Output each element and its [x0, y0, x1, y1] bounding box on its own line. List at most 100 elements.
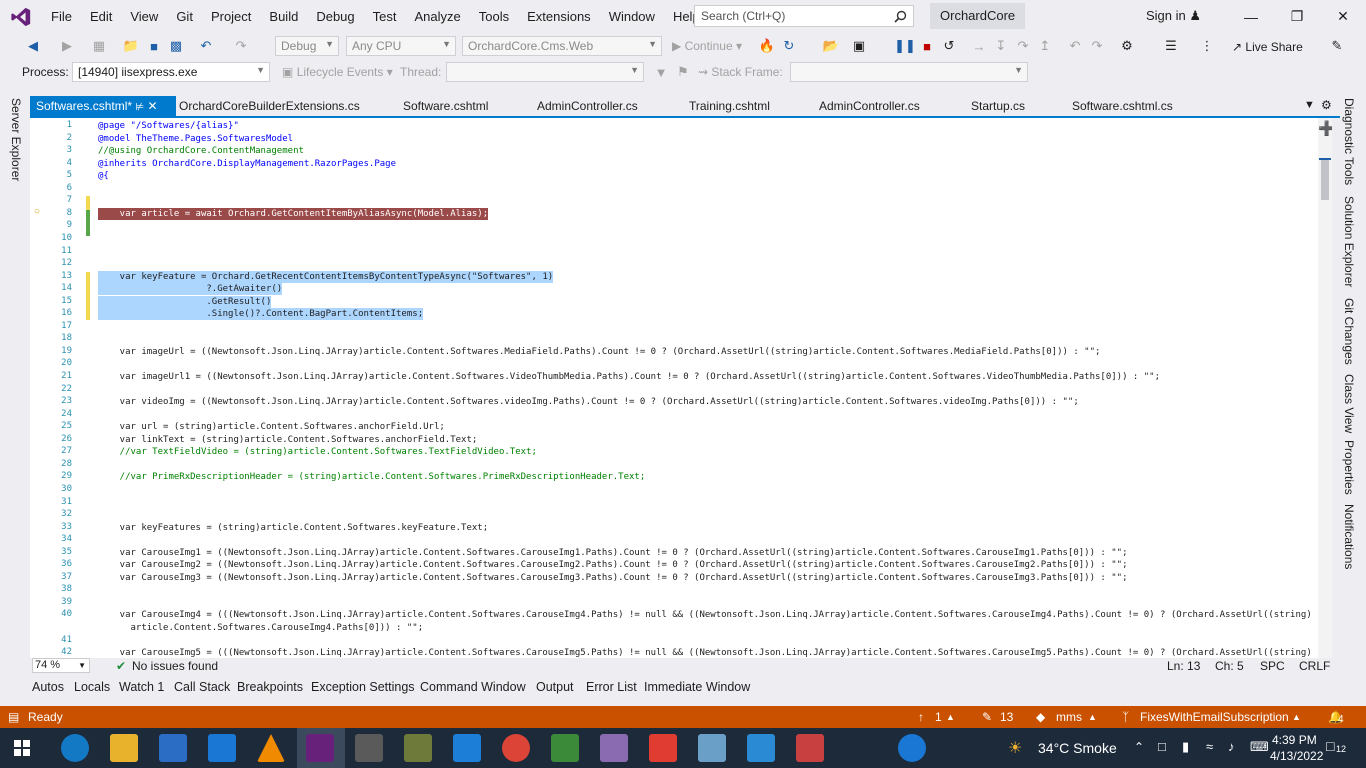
code-editor[interactable]: 1 @page "/Softwares/{alias}" 2 @model TheTh… [30, 118, 1332, 658]
tray-chevron-icon[interactable]: ⌃ [1134, 740, 1144, 754]
step-out-icon[interactable]: ↥ [1034, 35, 1056, 57]
code-line[interactable]: ?.GetAwaiter() [98, 283, 283, 296]
flag-icon[interactable]: ⚑ [672, 61, 694, 83]
redo-nav-icon[interactable]: ↷ [1086, 35, 1108, 57]
tab-startup-cs[interactable]: Startup.cs [965, 96, 1031, 116]
tool-tab-error-list[interactable]: Error List [586, 680, 637, 694]
vlc-icon[interactable] [257, 734, 285, 762]
tool-tab-autos[interactable]: Autos [32, 680, 64, 694]
code-line[interactable]: var article = await Orchard.GetContentIt… [98, 207, 489, 220]
menu-window[interactable]: Window [600, 0, 664, 33]
restart-icon[interactable]: ↻ [778, 35, 800, 57]
code-line[interactable]: //@using OrchardCore.ContentManagement [98, 145, 304, 157]
tab-software-cshtml-cs[interactable]: Software.cshtml.cs [1066, 96, 1179, 116]
edge-icon[interactable] [61, 734, 89, 762]
solution-explorer-tab[interactable]: Solution Explorer [1342, 196, 1356, 287]
line-ending-indicator[interactable]: CRLF [1299, 659, 1330, 673]
continue-button[interactable]: ▶ Continue ▾ [672, 39, 742, 53]
tool-tab-call-stack[interactable]: Call Stack [174, 680, 230, 694]
tab-softwares-cshtml[interactable]: Softwares.cshtml* ⊭ ✕ [30, 96, 176, 116]
line-indicator[interactable]: Ln: 13 [1167, 659, 1200, 673]
git-app-icon[interactable] [649, 734, 677, 762]
repository-name[interactable]: mms [1056, 710, 1082, 724]
pin-icon[interactable]: ⊭ [135, 102, 144, 113]
help-icon[interactable] [898, 734, 926, 762]
restart-debug-icon[interactable]: ↺ [938, 35, 960, 57]
step-into-icon[interactable]: ↧ [990, 35, 1012, 57]
code-line[interactable]: .Single()?.Content.BagPart.ContentItems; [98, 308, 424, 321]
code-line[interactable]: article.Content.Softwares.CarouseImg4.Pa… [98, 622, 424, 634]
diagnostic-tools-tab[interactable]: Diagnostic Tools [1342, 98, 1356, 185]
split-editor-icon[interactable]: ➕ [1318, 120, 1332, 137]
vs-code-icon[interactable] [453, 734, 481, 762]
push-count[interactable]: 1 [935, 710, 942, 724]
chart-app-icon[interactable] [551, 734, 579, 762]
pencil-icon[interactable]: ✎ [982, 710, 992, 724]
back-icon[interactable]: ◀ [22, 35, 44, 57]
branch-name[interactable]: FixesWithEmailSubscription [1140, 710, 1289, 724]
code-map-icon[interactable]: ⚙ [1116, 35, 1138, 57]
breakpoint-indicator-icon[interactable]: ○ [34, 206, 40, 217]
thread-combo[interactable]: ▼ [446, 62, 644, 82]
code-line[interactable]: var CarouseImg4 = (((Newtonsoft.Json.Lin… [98, 609, 1312, 621]
menu-edit[interactable]: Edit [81, 0, 121, 33]
battery-icon[interactable]: ▮ [1182, 739, 1189, 755]
notes-app-icon[interactable] [698, 734, 726, 762]
tab-orchardcorebuilderextensions[interactable]: OrchardCoreBuilderExtensions.cs [173, 96, 366, 116]
vertical-scrollbar[interactable] [1318, 118, 1332, 658]
screenshot-icon[interactable]: ▣ [848, 35, 870, 57]
code-line[interactable]: @inherits OrchardCore.DisplayManagement.… [98, 158, 396, 170]
code-line[interactable]: var imageUrl1 = ((Newtonsoft.Json.Linq.J… [98, 371, 1160, 383]
push-icon[interactable]: ↑ [918, 710, 924, 724]
store-icon[interactable] [159, 734, 187, 762]
code-line[interactable]: var url = (string)article.Content.Softwa… [98, 421, 445, 433]
weather-icon[interactable]: ☀ [1008, 738, 1022, 758]
notifications-tab[interactable]: Notifications [1342, 504, 1356, 569]
column-indicator[interactable]: Ch: 5 [1215, 659, 1244, 673]
whitespace-indicator[interactable]: SPC [1260, 659, 1285, 673]
code-line[interactable]: .GetResult() [98, 295, 272, 308]
show-next-statement-icon[interactable]: → [968, 35, 990, 57]
tool-tab-output[interactable]: Output [536, 680, 574, 694]
tab-training-cshtml[interactable]: Training.cshtml [683, 96, 776, 116]
volume-icon[interactable]: ♪ [1228, 739, 1235, 754]
visual-studio-taskbar-icon[interactable] [306, 734, 334, 762]
presentation-app-icon[interactable] [747, 734, 775, 762]
menu-build[interactable]: Build [260, 0, 307, 33]
tab-admincontroller-1[interactable]: AdminController.cs [531, 96, 644, 116]
meet-now-icon[interactable]: □ [1158, 739, 1166, 754]
tool-tab-locals[interactable]: Locals [74, 680, 110, 694]
live-share-button[interactable]: ↗ Live Share [1232, 40, 1303, 54]
menu-file[interactable]: File [42, 0, 81, 33]
code-line[interactable]: //var PrimeRxDescriptionHeader = (string… [98, 471, 646, 483]
menu-test[interactable]: Test [364, 0, 406, 33]
pause-icon[interactable]: ❚❚ [894, 35, 916, 57]
calculator-icon[interactable] [355, 734, 383, 762]
tool-tab-exception-settings[interactable]: Exception Settings [311, 680, 415, 694]
process-combo[interactable]: [14940] iisexpress.exe ▼ [72, 62, 270, 82]
scroll-thumb[interactable] [1321, 158, 1329, 200]
stop-icon[interactable]: ■ [916, 35, 938, 57]
search-input[interactable]: Search (Ctrl+Q) [694, 5, 914, 27]
code-line[interactable]: var CarouseImg1 = ((Newtonsoft.Json.Linq… [98, 547, 1128, 559]
clock-time[interactable]: 4:39 PM [1272, 733, 1317, 747]
close-button[interactable]: ✕ [1320, 0, 1366, 33]
issues-status[interactable]: No issues found [132, 659, 218, 673]
startup-project-combo[interactable]: OrchardCore.Cms.Web ▼ [462, 36, 662, 56]
wifi-icon[interactable]: ≈ [1206, 739, 1213, 754]
tab-software-cshtml[interactable]: Software.cshtml [397, 96, 494, 116]
tab-admincontroller-2[interactable]: AdminController.cs [813, 96, 926, 116]
code-line[interactable]: //var TextFieldVideo = (string)article.C… [98, 446, 537, 458]
menu-project[interactable]: Project [202, 0, 260, 33]
repository-icon[interactable]: ◆ [1036, 710, 1045, 724]
tool-app-icon[interactable] [404, 734, 432, 762]
menu-analyze[interactable]: Analyze [405, 0, 469, 33]
branch-icon[interactable]: ᛉ [1122, 710, 1129, 724]
weather-text[interactable]: 34°C Smoke [1038, 740, 1117, 756]
snipping-tool-icon[interactable] [796, 734, 824, 762]
hot-reload-icon[interactable]: 🔥 [756, 35, 778, 57]
save-all-icon[interactable]: ▩ [165, 35, 187, 57]
feedback-icon[interactable]: ✎ [1326, 35, 1348, 57]
sign-in-link[interactable]: Sign in ♟ [1146, 8, 1201, 24]
find-in-files-icon[interactable]: 📂 [820, 35, 842, 57]
